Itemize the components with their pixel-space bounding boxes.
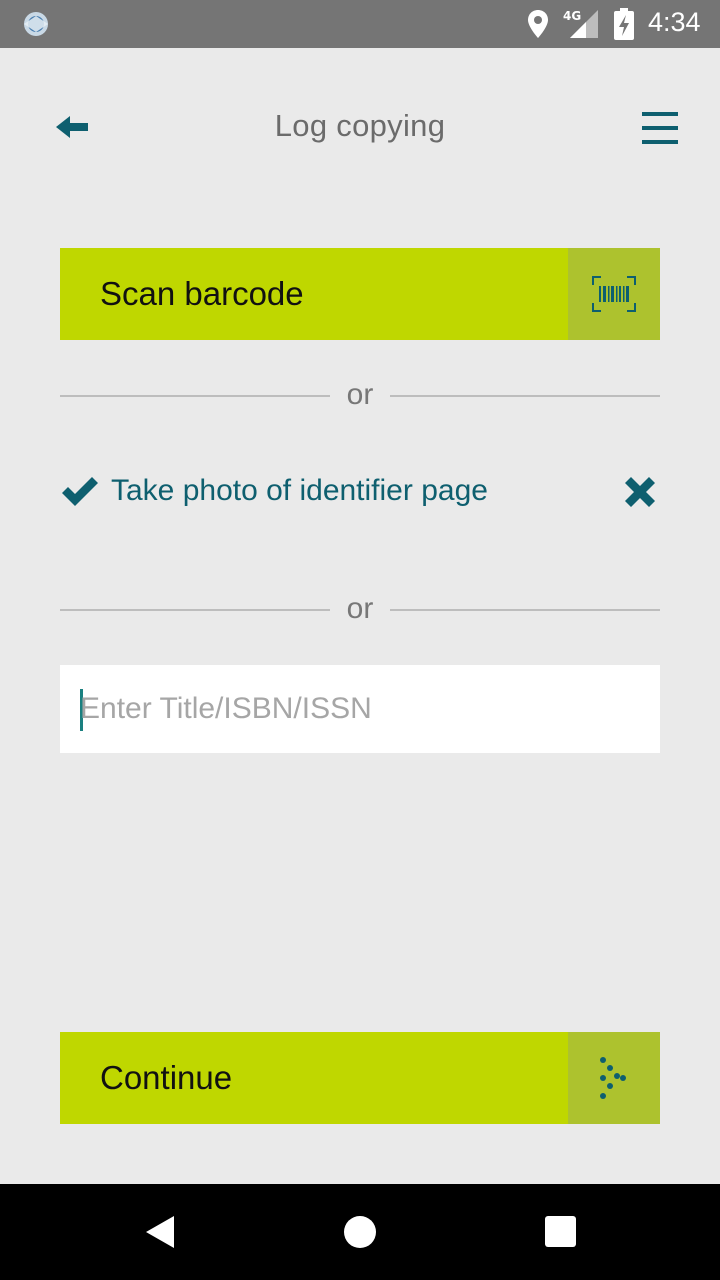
signal-icon <box>570 10 598 38</box>
continue-button[interactable]: Continue <box>60 1032 660 1124</box>
clock: 4:34 <box>648 7 701 37</box>
scan-barcode-label: Scan barcode <box>100 275 304 312</box>
divider-line <box>390 609 660 611</box>
app-logo-icon <box>24 12 48 36</box>
scan-barcode-icon-box <box>568 248 660 340</box>
status-bar: 4G 4:34 <box>0 0 720 48</box>
location-icon <box>528 10 548 38</box>
page-title: Log copying <box>274 108 446 143</box>
checkmark-icon <box>62 477 98 506</box>
divider-line <box>390 395 660 397</box>
or-divider: or <box>60 590 660 630</box>
nav-recents-icon[interactable] <box>545 1216 576 1247</box>
continue-label: Continue <box>100 1059 233 1096</box>
barcode-scan-icon <box>592 276 636 312</box>
close-x-icon[interactable] <box>620 472 660 512</box>
system-nav-bar <box>0 1184 720 1280</box>
title-isbn-issn-input[interactable] <box>80 665 650 753</box>
continue-icon-box <box>568 1032 660 1124</box>
scan-barcode-button[interactable]: Scan barcode <box>60 248 660 340</box>
or-divider: or <box>60 376 660 416</box>
nav-home-icon[interactable] <box>344 1216 376 1248</box>
hamburger-menu-icon[interactable] <box>640 110 680 148</box>
take-photo-label: Take photo of identifier page <box>111 474 488 507</box>
dotted-arrow-right-icon <box>600 1057 626 1099</box>
take-photo-option[interactable]: Take photo of identifier page <box>60 470 660 518</box>
battery-charging-icon <box>614 8 634 40</box>
nav-back-icon[interactable] <box>144 1214 176 1250</box>
title-input-container <box>60 665 660 753</box>
